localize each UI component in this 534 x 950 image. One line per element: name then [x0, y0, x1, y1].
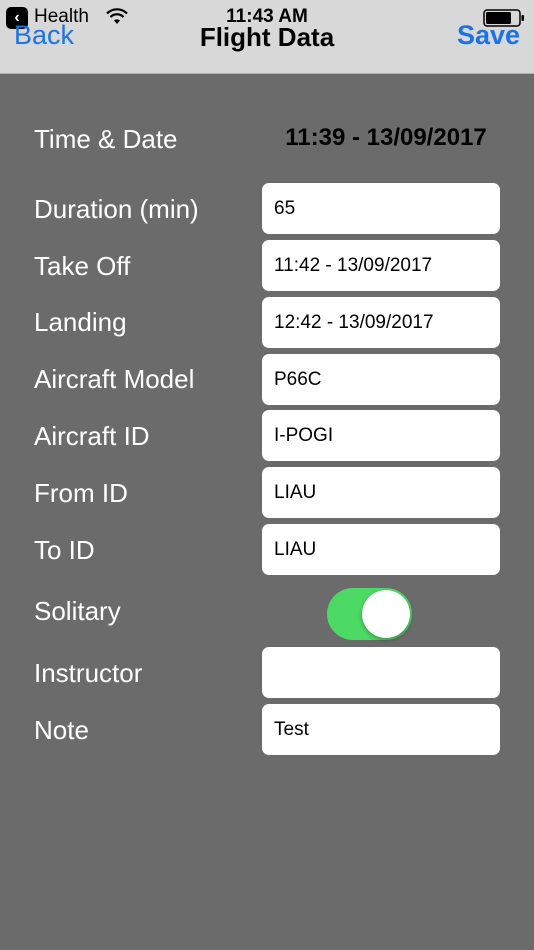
- instructor-label: Instructor: [34, 658, 143, 688]
- to-id-field[interactable]: [274, 538, 488, 561]
- takeoff-label: Take Off: [34, 251, 131, 281]
- from-id-field-box: [262, 467, 500, 518]
- aircraft-id-label: Aircraft ID: [34, 421, 150, 451]
- to-id-field-box: [262, 524, 500, 575]
- landing-label: Landing: [34, 307, 127, 337]
- takeoff-field-box: [262, 240, 500, 291]
- from-id-label: From ID: [34, 478, 128, 508]
- from-id-field[interactable]: [274, 481, 488, 504]
- aircraft-id-field[interactable]: [274, 424, 488, 447]
- instructor-field-box: [262, 647, 500, 698]
- note-field-box: [262, 704, 500, 755]
- instructor-field[interactable]: [274, 661, 488, 684]
- landing-field-box: [262, 297, 500, 348]
- duration-label: Duration (min): [34, 194, 199, 224]
- page-title: Flight Data: [199, 22, 335, 52]
- duration-field-box: [262, 183, 500, 234]
- takeoff-field[interactable]: [274, 254, 488, 277]
- aircraft-model-field[interactable]: [274, 368, 488, 391]
- time-date-value: 11:39 - 13/09/2017: [285, 124, 487, 151]
- save-button[interactable]: Save: [457, 20, 520, 51]
- solitary-toggle[interactable]: [327, 588, 412, 640]
- toggle-knob: [362, 590, 410, 638]
- duration-field[interactable]: [274, 197, 488, 220]
- aircraft-model-label: Aircraft Model: [34, 364, 195, 394]
- to-id-label: To ID: [34, 535, 95, 565]
- note-field[interactable]: [274, 718, 488, 741]
- note-label: Note: [34, 715, 89, 745]
- navigation-bar: ‹ Health 11:43 AM Back Flight Data Save: [0, 0, 534, 74]
- time-date-label: Time & Date: [34, 124, 178, 154]
- solitary-label: Solitary: [34, 596, 121, 626]
- landing-field[interactable]: [274, 311, 488, 334]
- aircraft-model-field-box: [262, 354, 500, 405]
- aircraft-id-field-box: [262, 410, 500, 461]
